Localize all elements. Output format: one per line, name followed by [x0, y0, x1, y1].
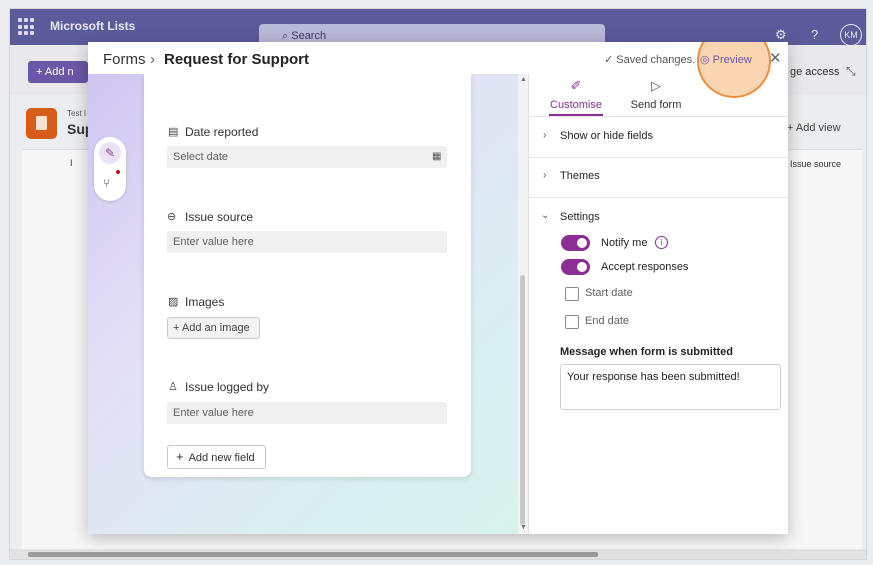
date-reported-input[interactable]: Select date [167, 146, 447, 168]
scroll-down-icon[interactable]: ▼ [520, 524, 527, 531]
info-icon[interactable]: i [655, 236, 668, 249]
chevron-right-icon: › [543, 170, 547, 181]
search-placeholder-text: Search [291, 30, 327, 42]
add-new-field-button[interactable]: + Add new field [167, 445, 266, 469]
start-date-label: Start date [585, 287, 633, 299]
add-view-button[interactable]: + Add view [787, 122, 841, 134]
forms-dialog: ✎ ⑂ ▤ Date reported Select date ▦ ⊖ Issu… [88, 42, 788, 534]
start-date-checkbox[interactable] [565, 287, 579, 301]
collapse-icon[interactable]: ⤡ [846, 64, 856, 79]
issue-logged-by-input[interactable]: Enter value here [167, 402, 447, 424]
tab-send-form[interactable]: Send form [626, 99, 686, 111]
page-title: Request for Support [164, 51, 309, 68]
add-new-button[interactable]: + Add n [28, 61, 88, 83]
close-icon[interactable]: ✕ [769, 49, 782, 67]
avatar[interactable]: KM [840, 24, 862, 46]
chevron-down-icon[interactable]: ⌄ [541, 210, 549, 221]
notify-me-label: Notify me [601, 237, 648, 249]
field-label-issue-logged-by: Issue logged by [185, 380, 270, 394]
field-label-issue-source: Issue source [185, 210, 254, 224]
list-site-name: Test I [67, 109, 87, 118]
notification-dot [116, 170, 120, 174]
canvas-scroll-thumb[interactable] [520, 275, 525, 525]
calendar-icon: ▤ [168, 126, 179, 138]
form-tool-rail: ✎ ⑂ [94, 137, 126, 201]
section-themes[interactable]: › Themes [529, 157, 788, 198]
branching-icon[interactable]: ⑂ [103, 176, 110, 190]
search-icon: ⌕ [282, 30, 289, 42]
section-title-show-hide: Show or hide fields [560, 130, 653, 142]
list-icon [26, 108, 57, 139]
section-show-hide-fields[interactable]: › Show or hide fields [529, 116, 788, 158]
send-icon: ▷ [651, 78, 661, 93]
plus-icon: + [176, 449, 184, 464]
horizontal-scroll-thumb[interactable] [28, 552, 598, 557]
issue-source-input[interactable]: Enter value here [167, 231, 447, 253]
date-picker-icon[interactable]: ▦ [432, 151, 441, 162]
accept-responses-toggle[interactable] [561, 259, 590, 275]
end-date-checkbox[interactable] [565, 315, 579, 329]
section-title-settings[interactable]: Settings [560, 211, 600, 223]
breadcrumb-separator: › [150, 51, 155, 68]
settings-pane: ✐ Customise ▷ Send form › Show or hide f… [528, 74, 788, 534]
accept-responses-label: Accept responses [601, 261, 689, 273]
settings-gear-icon[interactable]: ⚙ [775, 27, 787, 43]
add-new-field-label: Add new field [188, 452, 255, 464]
column-header-partial[interactable]: I [70, 158, 73, 168]
breadcrumb-forms[interactable]: Forms [103, 51, 146, 68]
person-icon: ♙ [168, 381, 178, 393]
field-label-images: Images [185, 295, 225, 309]
submit-message-label: Message when form is submitted [560, 346, 733, 358]
preview-button[interactable]: ◎ Preview [700, 53, 752, 66]
section-settings: ⌄ Settings Notify me i Accept responses … [529, 198, 788, 498]
customise-icon: ✐ [570, 78, 582, 93]
submit-message-textarea[interactable]: Your response has been submitted! [560, 364, 781, 410]
preview-label: Preview [712, 54, 752, 66]
column-header-issue-source[interactable]: Issue source [790, 159, 841, 169]
section-title-themes: Themes [560, 170, 600, 182]
form-card: ▤ Date reported Select date ▦ ⊖ Issue so… [144, 74, 471, 477]
notify-me-toggle[interactable] [561, 235, 590, 251]
add-image-button[interactable]: + Add an image [167, 317, 260, 339]
manage-access-link[interactable]: ge access [790, 66, 840, 78]
saved-status: ✓ Saved changes. [604, 54, 696, 66]
link-icon: ⊖ [167, 211, 177, 223]
scroll-up-icon[interactable]: ▲ [520, 76, 527, 83]
app-name[interactable]: Microsoft Lists [50, 19, 135, 33]
dialog-header: Forms › Request for Support ✓ Saved chan… [88, 42, 788, 74]
field-label-date-reported: Date reported [185, 125, 259, 139]
app-launcher-icon[interactable] [18, 18, 36, 36]
edit-pencil-icon[interactable]: ✎ [99, 142, 121, 164]
image-icon: ▨ [168, 296, 179, 308]
help-icon[interactable]: ? [811, 27, 818, 42]
chevron-right-icon: › [543, 130, 547, 141]
end-date-label: End date [585, 315, 630, 327]
tab-customise[interactable]: Customise [546, 99, 606, 111]
eye-icon: ◎ [700, 54, 710, 66]
